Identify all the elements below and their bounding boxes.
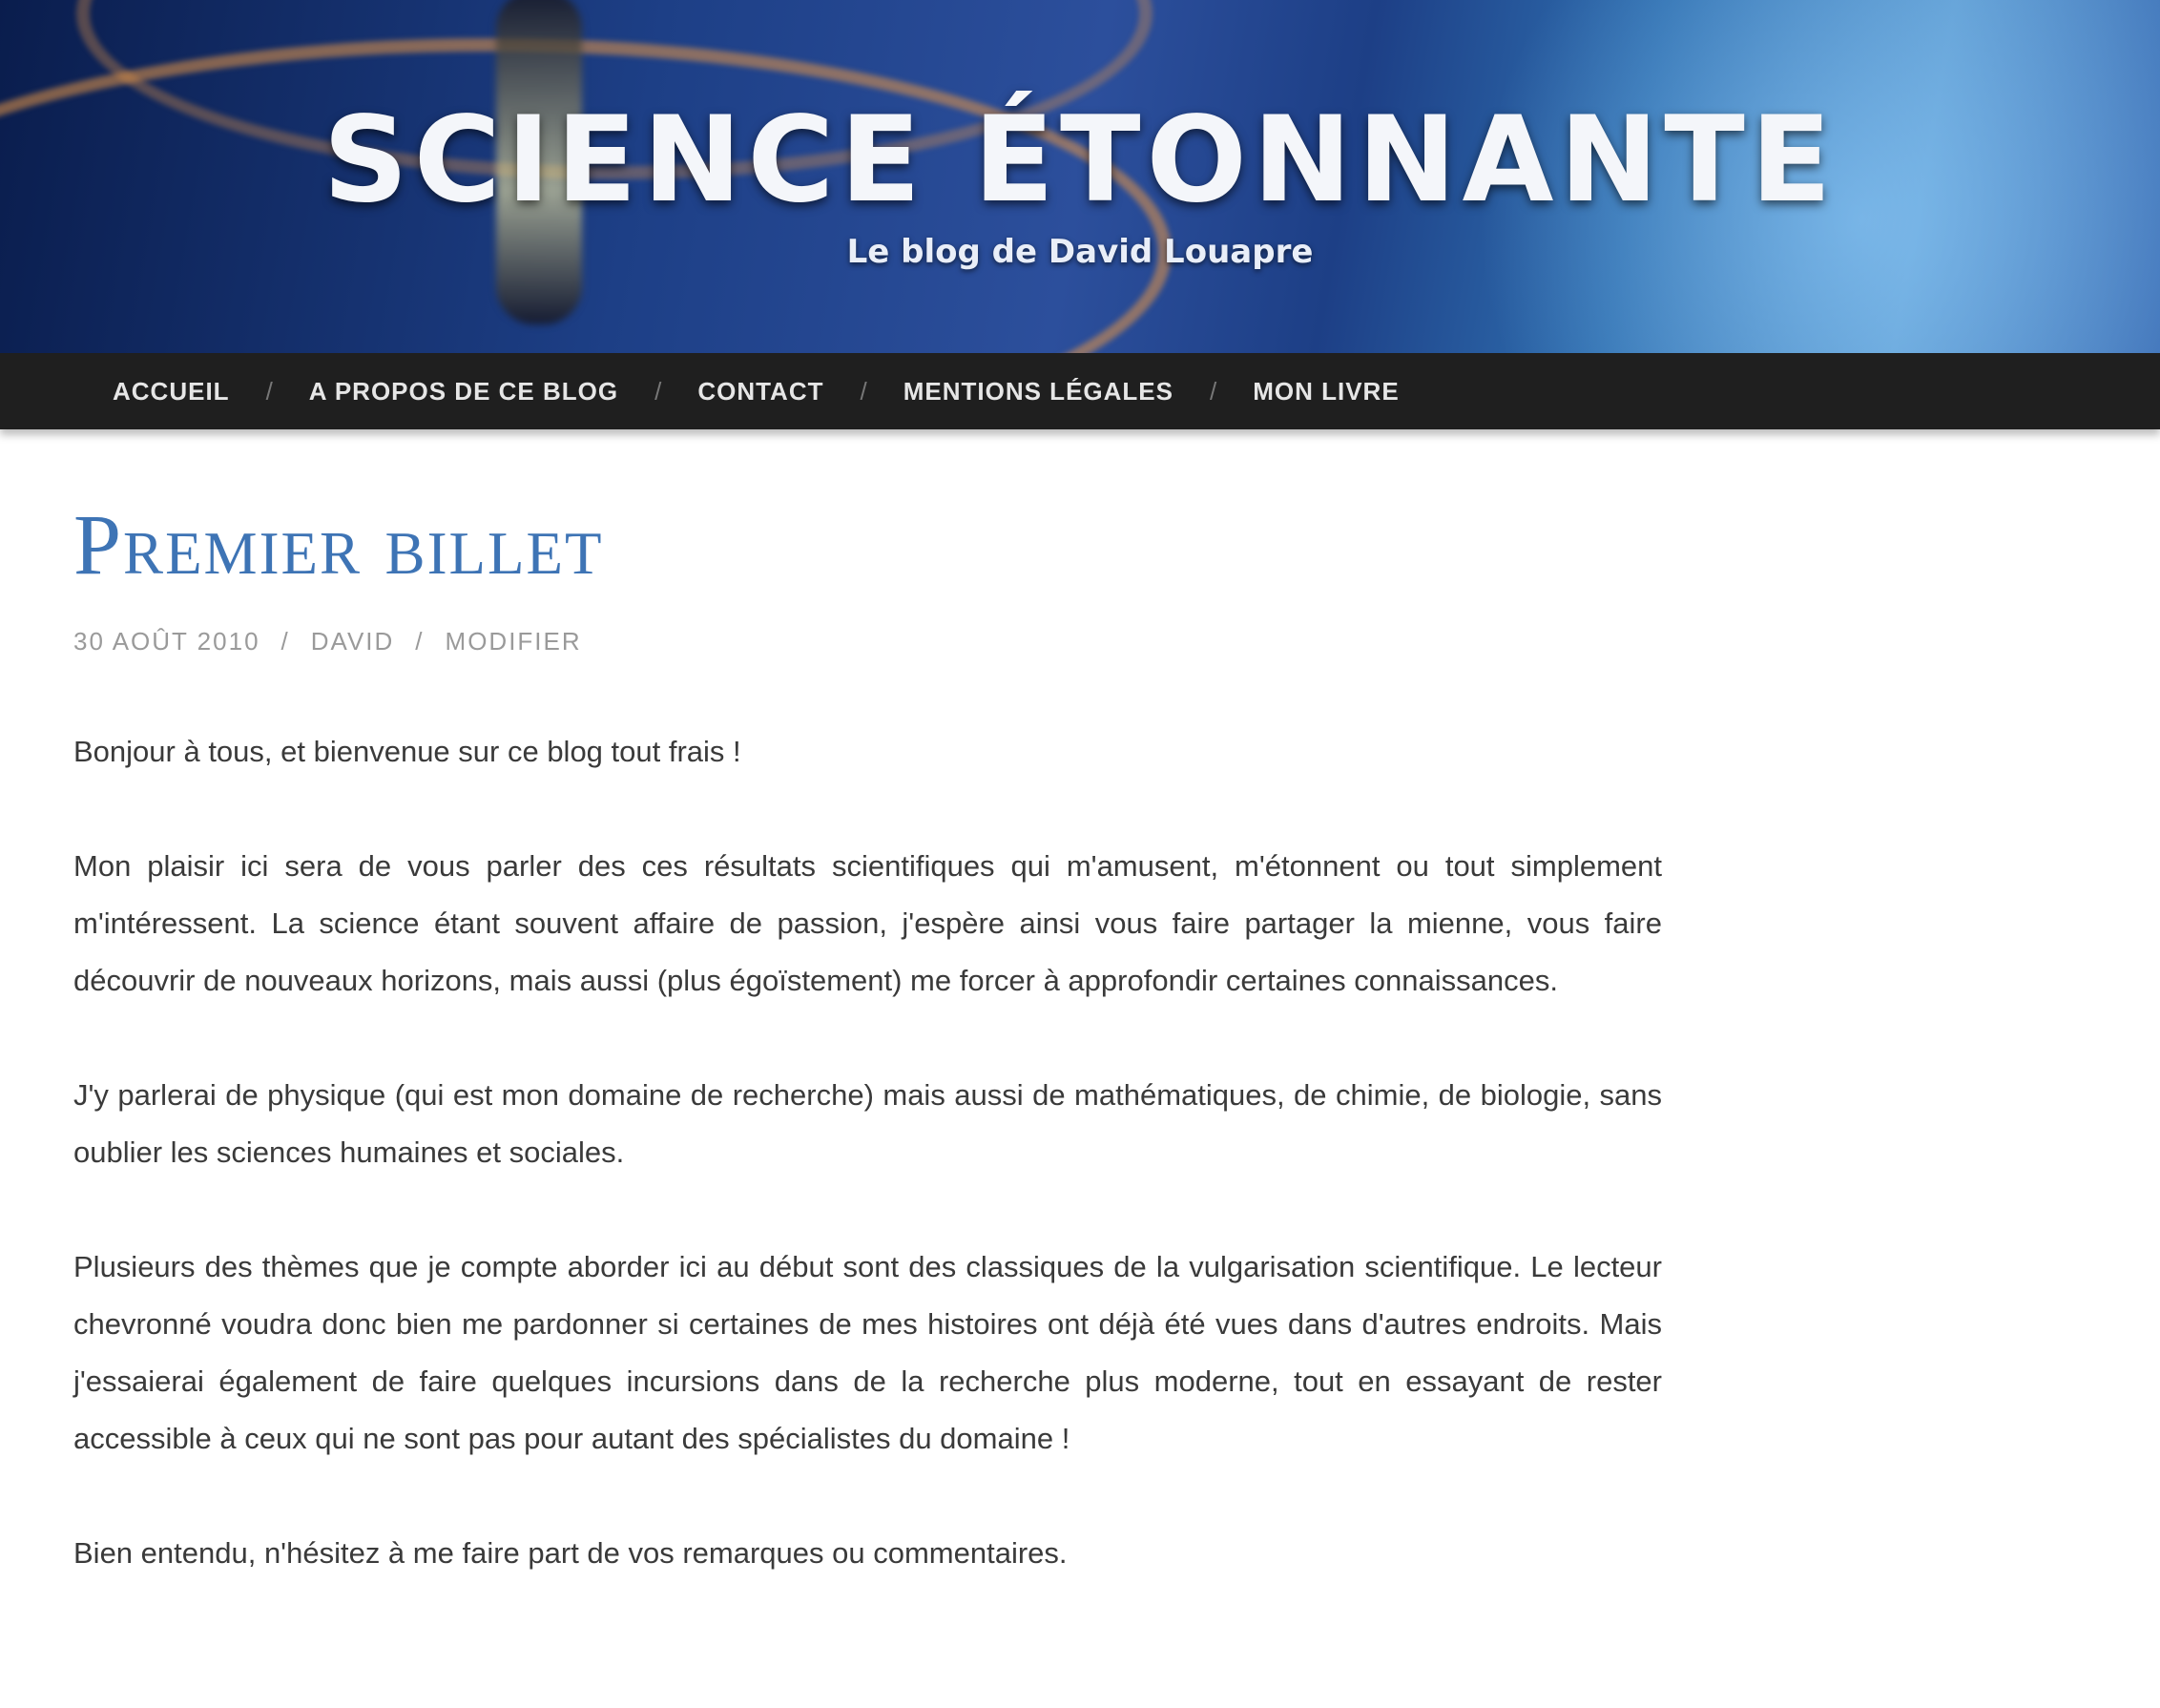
nav-separator: /: [654, 376, 662, 406]
post-title[interactable]: Premier billet: [73, 496, 1662, 594]
site-title[interactable]: SCIENCE ÉTONNANTE: [0, 92, 2160, 229]
nav-separator: /: [265, 376, 273, 406]
site-header-banner: SCIENCE ÉTONNANTE Le blog de David Louap…: [0, 0, 2160, 353]
post-body: Bonjour à tous, et bienvenue sur ce blog…: [73, 723, 1662, 1582]
post-date-link[interactable]: 30 AOÛT 2010: [73, 627, 260, 656]
site-tagline: Le blog de David Louapre: [846, 233, 1314, 271]
main-navigation: ACCUEIL / A PROPOS DE CE BLOG / CONTACT …: [0, 353, 2160, 429]
nav-separator: /: [1209, 376, 1217, 406]
nav-item-mentions-legales[interactable]: MENTIONS LÉGALES: [903, 377, 1173, 406]
post-content: Premier billet 30 AOÛT 2010 / DAVID / MODIFI…: [0, 429, 1662, 1582]
post-author-link[interactable]: DAVID: [311, 627, 395, 656]
nav-item-accueil[interactable]: ACCUEIL: [113, 377, 230, 406]
meta-separator: /: [415, 627, 425, 656]
nav-separator: /: [860, 376, 867, 406]
nav-item-contact[interactable]: CONTACT: [697, 377, 823, 406]
post-edit-link[interactable]: MODIFIER: [446, 627, 582, 656]
nav-item-mon-livre[interactable]: MON LIVRE: [1253, 377, 1399, 406]
meta-separator: /: [280, 627, 290, 656]
post-paragraph: Mon plaisir ici sera de vous parler des …: [73, 849, 1662, 997]
post-paragraph: Bonjour à tous, et bienvenue sur ce blog…: [73, 735, 741, 768]
post-meta: 30 AOÛT 2010 / DAVID / MODIFIER: [73, 627, 1662, 656]
post-paragraph: Bien entendu, n'hésitez à me faire part …: [73, 1536, 1068, 1570]
post-paragraph: Plusieurs des thèmes que je compte abord…: [73, 1250, 1662, 1455]
nav-item-a-propos[interactable]: A PROPOS DE CE BLOG: [309, 377, 618, 406]
post-paragraph: J'y parlerai de physique (qui est mon do…: [73, 1078, 1662, 1169]
